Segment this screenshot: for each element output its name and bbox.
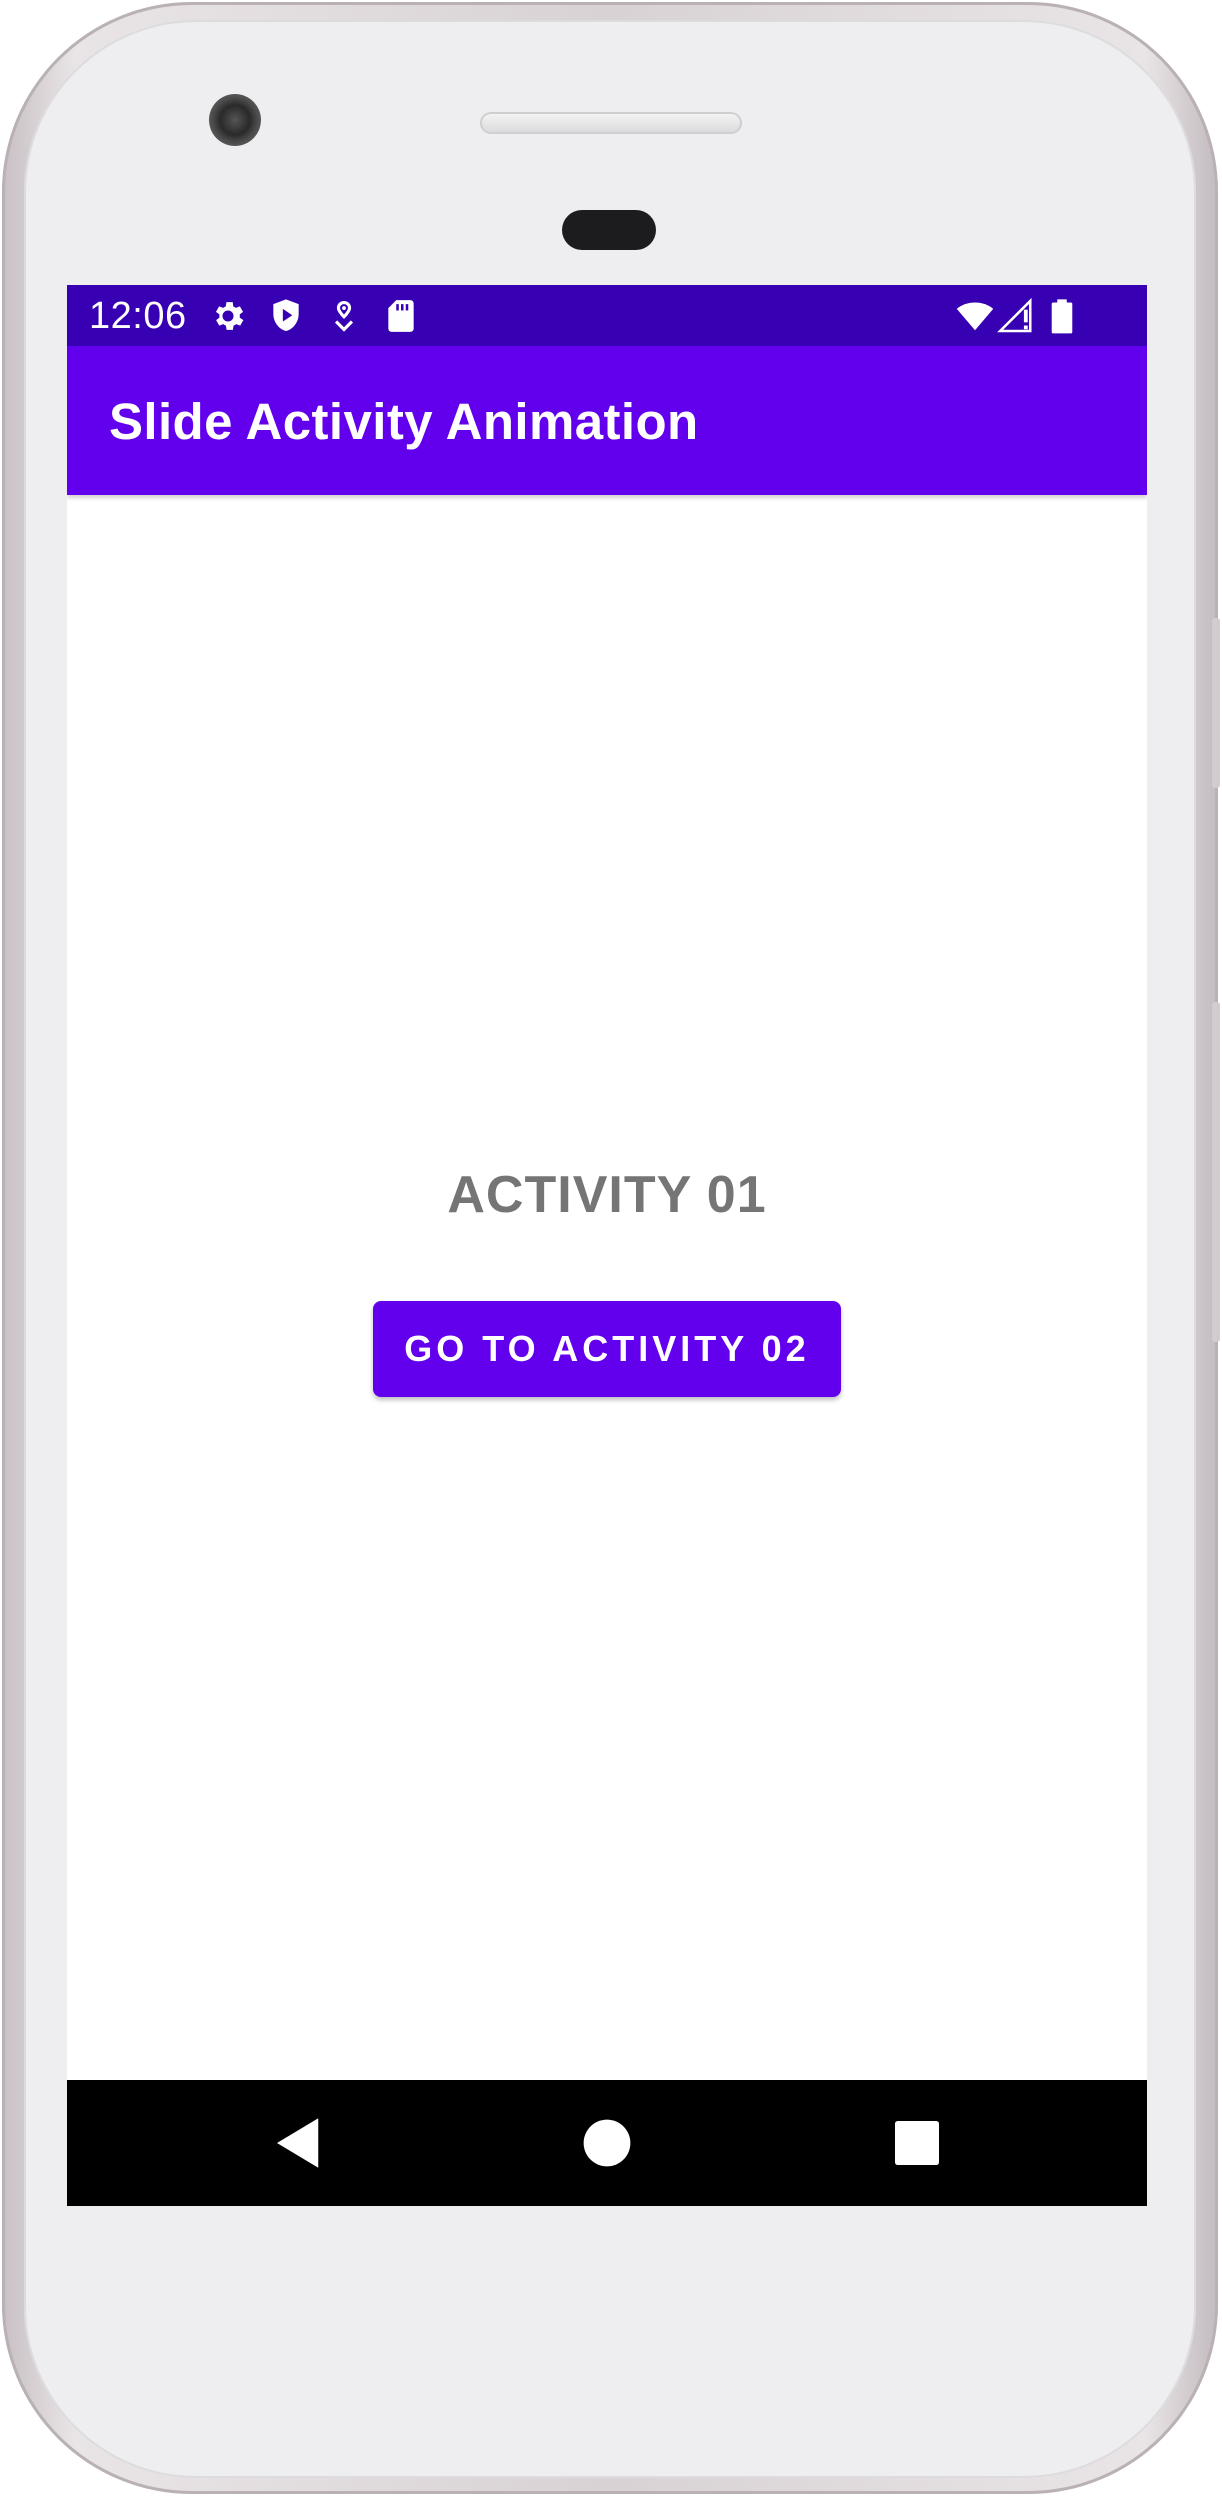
volume-button — [1212, 1002, 1220, 1342]
wifi-icon — [956, 302, 994, 331]
status-bar: 12:06 — [67, 285, 1147, 346]
app-bar: Slide Activity Animation — [67, 346, 1147, 495]
back-icon[interactable] — [266, 2110, 332, 2176]
device-screen: 12:06 Slide Activity Animation ACTIVITY … — [67, 285, 1147, 2206]
battery-icon — [1051, 299, 1073, 334]
sd-card-icon — [388, 300, 414, 332]
home-icon[interactable] — [574, 2110, 640, 2176]
signal-icon — [997, 297, 1032, 333]
go-to-activity-02-button[interactable]: GO TO ACTIVITY 02 — [373, 1301, 841, 1397]
location-icon — [334, 300, 354, 332]
gear-icon — [215, 302, 244, 330]
proximity-sensor — [562, 210, 656, 250]
app-title: Slide Activity Animation — [109, 393, 699, 450]
activity-label: ACTIVITY 01 — [447, 1166, 767, 1224]
shield-play-icon — [273, 299, 299, 332]
power-button — [1212, 618, 1220, 788]
status-time: 12:06 — [89, 295, 187, 337]
earpiece-speaker — [480, 112, 742, 134]
front-camera — [209, 94, 261, 146]
phone-frame: 12:06 Slide Activity Animation ACTIVITY … — [2, 2, 1220, 2494]
recents-icon[interactable] — [884, 2110, 950, 2176]
navigation-bar — [67, 2080, 1147, 2206]
